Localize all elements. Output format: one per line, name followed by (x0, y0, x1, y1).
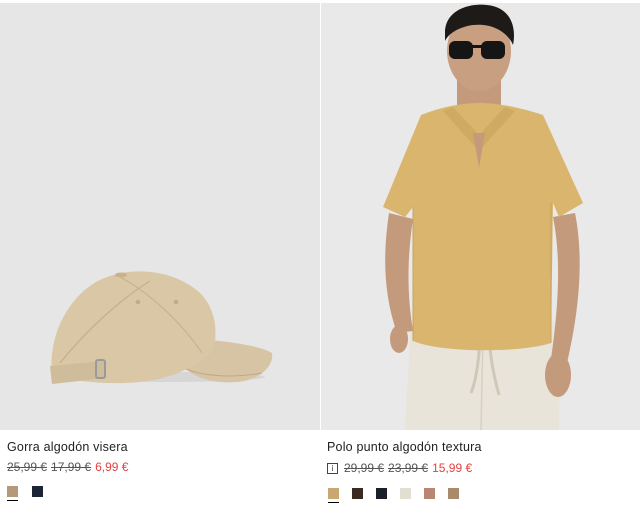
cap-illustration (50, 271, 273, 384)
color-swatch-cream[interactable] (400, 488, 411, 499)
product-card-polo[interactable]: Polo punto algodón textura i 29,99 € 23,… (321, 0, 640, 514)
color-swatch-brown[interactable] (352, 488, 363, 499)
original-price: 29,99 € (344, 461, 385, 475)
original-price: 25,99 € (7, 460, 48, 474)
product-name[interactable]: Gorra algodón visera (7, 440, 128, 454)
color-swatches (328, 488, 459, 503)
previous-price: 23,99 € (388, 461, 429, 475)
color-swatch-tan[interactable] (448, 488, 459, 499)
color-swatch-camel[interactable] (328, 488, 339, 503)
color-swatch-beige[interactable] (7, 486, 18, 501)
previous-price: 17,99 € (51, 460, 92, 474)
price-group: i 29,99 € 23,99 € 15,99 € (327, 461, 472, 475)
info-icon[interactable]: i (327, 462, 338, 474)
price-group: 25,99 € 17,99 € 6,99 € (7, 460, 128, 474)
product-image-polo[interactable] (321, 3, 640, 430)
sale-price: 6,99 € (95, 460, 129, 474)
color-swatch-navy[interactable] (32, 486, 43, 497)
product-image-cap[interactable] (0, 3, 320, 430)
product-name[interactable]: Polo punto algodón textura (327, 440, 482, 454)
color-swatch-rose[interactable] (424, 488, 435, 499)
color-swatch-navy[interactable] (376, 488, 387, 499)
model-illustration (383, 4, 583, 430)
color-swatches (7, 486, 43, 501)
product-card-cap[interactable]: Gorra algodón visera 25,99 € 17,99 € 6,9… (0, 0, 320, 514)
sale-price: 15,99 € (432, 461, 473, 475)
